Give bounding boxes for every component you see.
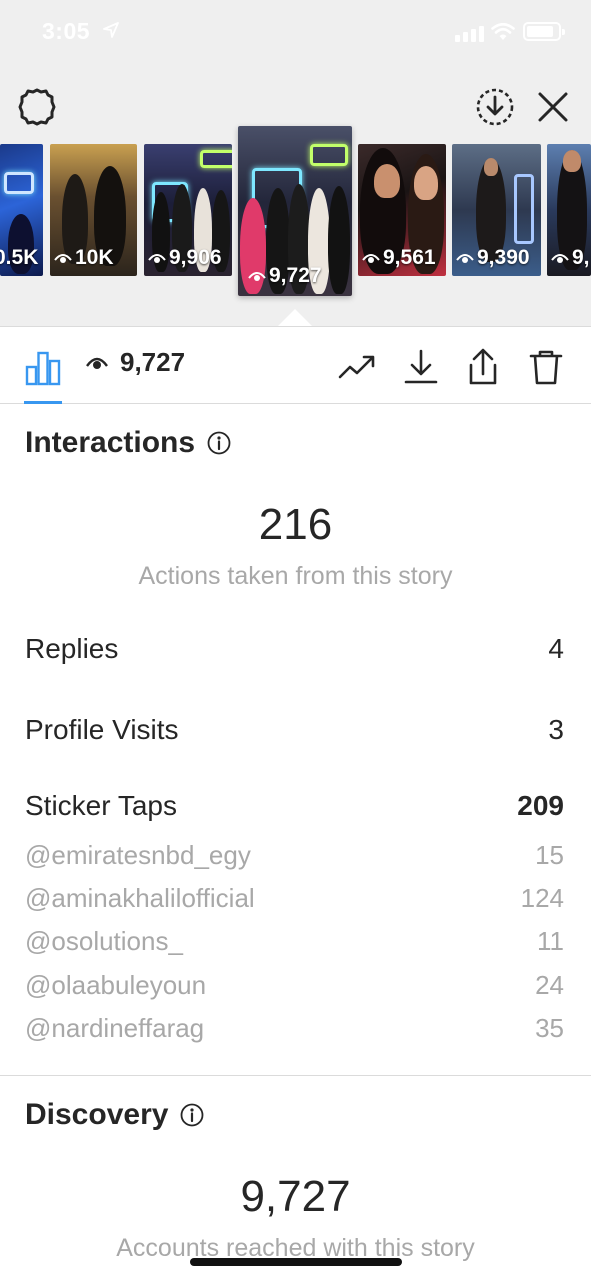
- story-view-count-summary: 9,727: [86, 347, 185, 378]
- settings-icon[interactable]: [16, 86, 58, 128]
- story-view-count: 9,727: [248, 264, 322, 288]
- sticker-taps-value: 209: [517, 790, 564, 821]
- sticker-item-label: @aminakhalilofficial: [25, 883, 255, 913]
- eye-icon: [54, 254, 72, 263]
- location-arrow-icon: [103, 22, 119, 38]
- battery-icon: [523, 22, 565, 41]
- discovery-title: Discovery: [25, 1098, 169, 1131]
- story-thumbnail[interactable]: 9,390: [452, 144, 541, 276]
- insights-icon[interactable]: [24, 349, 62, 387]
- sticker-item-value: 24: [535, 970, 564, 1000]
- sticker-item-value: 11: [537, 926, 564, 956]
- sticker-item-value: 124: [520, 883, 564, 913]
- eye-icon: [551, 254, 569, 263]
- selected-story-pointer: [278, 309, 312, 326]
- home-indicator[interactable]: [190, 1258, 402, 1266]
- active-tab-indicator: [24, 401, 62, 404]
- sticker-item-label: @olaabuleyoun: [25, 970, 207, 1000]
- sticker-item-value: 35: [535, 1013, 564, 1043]
- profile-visits-label: Profile Visits: [25, 714, 179, 745]
- story-thumbnail-strip[interactable]: 0.5K 10K 9,906: [0, 126, 591, 298]
- story-thumbnail[interactable]: 10K: [50, 144, 137, 276]
- replies-label: Replies: [25, 633, 119, 664]
- eye-icon: [248, 272, 266, 281]
- story-view-count: 10K: [54, 246, 114, 270]
- eye-icon: [456, 254, 474, 263]
- eye-icon: [362, 254, 380, 263]
- interactions-caption: Actions taken from this story: [138, 562, 453, 590]
- story-view-count: 9,561: [362, 246, 436, 270]
- status-time: 3:05: [42, 18, 91, 44]
- story-insights-toolbar: 9,727: [0, 326, 591, 404]
- eye-icon: [86, 357, 108, 369]
- sticker-item-label: @nardineffarag: [25, 1013, 205, 1043]
- interactions-title: Interactions: [25, 426, 196, 459]
- sticker-item-label: @osolutions_: [25, 926, 183, 956]
- discovery-total: 9,727: [240, 1172, 351, 1221]
- replies-value: 4: [548, 633, 564, 664]
- story-thumbnail-selected[interactable]: 9,727: [238, 126, 352, 296]
- story-view-count: 0.5K: [0, 246, 39, 269]
- view-count-value: 9,727: [120, 347, 186, 377]
- story-thumbnail[interactable]: 9,906: [144, 144, 232, 276]
- interactions-total: 216: [258, 500, 333, 549]
- section-divider: [0, 1075, 591, 1076]
- sticker-item-label: @emiratesnbd_egy: [25, 840, 251, 870]
- sticker-item-value: 15: [535, 840, 564, 870]
- story-thumbnail[interactable]: 9,: [547, 144, 591, 276]
- save-icon[interactable]: [474, 86, 516, 128]
- promote-icon[interactable]: [337, 347, 377, 387]
- interactions-heading: Interactions: [25, 426, 231, 460]
- eye-icon: [148, 254, 166, 263]
- sticker-taps-label: Sticker Taps: [25, 790, 177, 821]
- info-icon[interactable]: [180, 1103, 204, 1127]
- discovery-heading: Discovery: [25, 1098, 204, 1132]
- story-thumbnail[interactable]: 0.5K: [0, 144, 43, 276]
- story-thumbnail[interactable]: 9,561: [358, 144, 446, 276]
- close-icon[interactable]: [534, 88, 572, 126]
- story-view-count: 9,390: [456, 246, 530, 270]
- story-view-count: 9,: [551, 246, 590, 270]
- info-icon[interactable]: [207, 431, 231, 455]
- story-viewer-header: 3:05 0.5K: [0, 0, 591, 326]
- cellular-signal-icon: [455, 26, 484, 42]
- status-bar: 3:05: [0, 0, 591, 64]
- story-view-count: 9,906: [148, 246, 222, 270]
- download-icon[interactable]: [401, 347, 441, 387]
- share-icon[interactable]: [463, 347, 503, 387]
- wifi-icon: [491, 23, 515, 40]
- profile-visits-value: 3: [548, 714, 564, 745]
- delete-icon[interactable]: [526, 347, 566, 387]
